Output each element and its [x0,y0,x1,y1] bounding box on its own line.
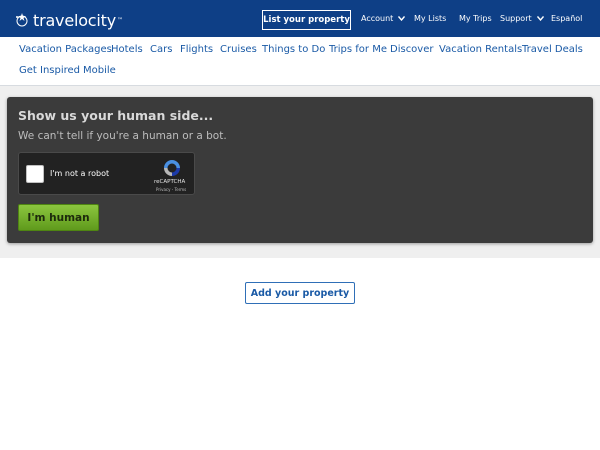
chevron-down-icon [398,16,406,21]
nav-trips-for-me[interactable]: Trips for Me [329,44,387,55]
nav-hotels[interactable]: Hotels [111,44,143,55]
logo-wordmark: travelocity [33,10,116,30]
top-header-bar: travelocity ™ List your property Account… [0,0,600,37]
main-navigation: Vacation Packages Hotels Cars Flights Cr… [0,37,600,86]
challenge-subtitle: We can't tell if you're a human or a bot… [18,130,227,142]
recaptcha-logo-icon [164,160,180,176]
nav-get-inspired[interactable]: Get Inspired [19,65,80,76]
nav-travel-deals[interactable]: Travel Deals [522,44,583,55]
account-menu[interactable]: Account [361,14,406,23]
nav-vacation-rentals[interactable]: Vacation Rentals [439,44,522,55]
add-your-property-button[interactable]: Add your property [245,282,355,304]
nav-mobile[interactable]: Mobile [83,65,116,76]
support-label: Support [500,14,532,23]
nav-vacation-packages[interactable]: Vacation Packages [19,44,112,55]
recaptcha-privacy-terms[interactable]: Privacy - Terms [156,187,186,192]
my-lists-link[interactable]: My Lists [414,14,446,23]
list-your-property-button[interactable]: List your property [262,10,351,30]
recaptcha-checkbox[interactable] [26,165,44,183]
nav-discover[interactable]: Discover [390,44,434,55]
support-menu[interactable]: Support [500,14,544,23]
nav-flights[interactable]: Flights [180,44,213,55]
my-trips-link[interactable]: My Trips [459,14,492,23]
im-human-button[interactable]: I'm human [18,204,99,231]
recaptcha-brand: reCAPTCHA [154,179,186,185]
logo-trademark: ™ [117,16,123,24]
nav-things-to-do[interactable]: Things to Do [262,44,325,55]
globe-star-icon [16,13,28,27]
nav-cars[interactable]: Cars [150,44,172,55]
language-link[interactable]: Español [551,14,582,23]
challenge-title: Show us your human side... [18,108,214,123]
nav-cruises[interactable]: Cruises [220,44,257,55]
recaptcha-widget: I'm not a robot reCAPTCHA Privacy - Term… [18,152,195,195]
travelocity-logo[interactable]: travelocity ™ [14,10,123,30]
account-label: Account [361,14,394,23]
chevron-down-icon [536,16,544,21]
recaptcha-label: I'm not a robot [50,169,110,178]
